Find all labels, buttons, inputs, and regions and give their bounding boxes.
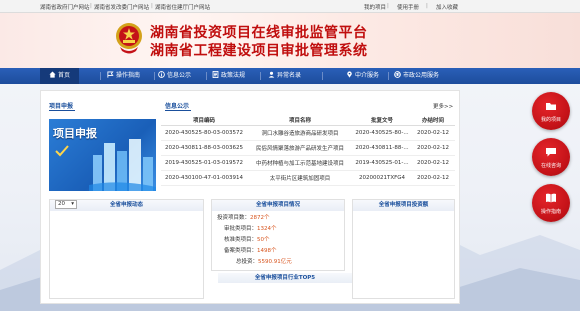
- chat-icon: [546, 148, 556, 157]
- national-emblem-icon: [116, 23, 142, 54]
- stat-approval-projects: 审批类项目：1324个: [224, 226, 277, 232]
- main-content: 项目申报 项目申报 信息公示 更多>> 项目编码 项目名称 批复文号 办结时间: [40, 90, 460, 304]
- decorative-check-icon: [55, 145, 69, 157]
- city-icon: [394, 71, 401, 78]
- stat-total-projects: 投资项目数：2872个: [217, 215, 270, 221]
- stat-total-investment: 总投资：5590.91亿元: [236, 259, 292, 265]
- column-header: 批复文号: [353, 115, 411, 126]
- site-header: 湖南省投资项目在线审批监管平台 湖南省工程建设项目审批管理系统: [0, 13, 580, 68]
- more-link[interactable]: 更多>>: [433, 102, 453, 110]
- link-my-projects[interactable]: 我的项目: [364, 3, 386, 11]
- link-favorite[interactable]: 加入收藏: [436, 3, 458, 11]
- site-title-line1: 湖南省投资项目在线审批监管平台: [150, 25, 368, 41]
- table-row[interactable]: 2020-430811-88-03-003625 民俗风情聚落旅游产品研发生产项…: [161, 140, 455, 156]
- flag-icon: [107, 71, 114, 78]
- apply-dynamic-panel: 全省申报动态: [49, 199, 204, 299]
- page-size-select[interactable]: 20 ▾: [55, 200, 77, 209]
- nav-info[interactable]: 信息公示: [158, 68, 191, 84]
- my-projects-button[interactable]: 我的项目: [532, 92, 570, 130]
- doc-icon: [212, 71, 219, 78]
- book-icon: [546, 193, 556, 203]
- link-housing[interactable]: 湖南省住建厅门户网站: [155, 3, 210, 11]
- site-title-line2: 湖南省工程建设项目审批管理系统: [150, 43, 368, 59]
- nav-agency-service[interactable]: 中介服务: [346, 68, 379, 84]
- nav-home[interactable]: 首页: [40, 68, 80, 84]
- nav-guide[interactable]: 操作指南: [107, 68, 140, 84]
- chevron-down-icon: ▾: [71, 201, 74, 207]
- project-apply-banner[interactable]: 项目申报: [49, 119, 156, 191]
- folder-icon: [546, 103, 556, 110]
- project-apply-title[interactable]: 项目申报: [49, 101, 73, 110]
- home-icon: [49, 71, 56, 78]
- table-row[interactable]: 2020-430100-47-01-003914 太平街片区建筑加固项目 202…: [161, 170, 455, 186]
- stat-verify-projects: 核准类项目：50个: [224, 237, 270, 243]
- nav-policy[interactable]: 政策法规: [212, 68, 245, 84]
- online-consult-button[interactable]: 在线咨询: [532, 138, 570, 176]
- top-link-bar: 湖南省政府门户网站 | 湖南省发改委门户网站 | 湖南省住建厅门户网站 我的项目…: [0, 0, 580, 13]
- column-header: 办结时间: [411, 115, 455, 126]
- nav-abnormal-list[interactable]: 异常名录: [268, 68, 301, 84]
- apply-investment-panel: 全省申报项目投资额: [352, 199, 455, 299]
- apply-investment-header: 全省申报项目投资额: [353, 200, 454, 211]
- info-icon: [158, 71, 165, 78]
- apply-stats-header: 全省申报项目情况: [212, 200, 344, 211]
- nav-municipal-service[interactable]: 市政公用服务: [394, 68, 439, 84]
- main-nav: 首页 操作指南 信息公示 政策法规 异常名录 中介服务 市政公用服务: [0, 68, 580, 84]
- column-header: 项目名称: [247, 115, 353, 126]
- info-notice-title[interactable]: 信息公示: [165, 101, 189, 110]
- user-icon: [268, 71, 275, 78]
- link-province-gov[interactable]: 湖南省政府门户网站: [40, 3, 90, 11]
- link-manual[interactable]: 使用手册: [397, 3, 419, 11]
- link-drc[interactable]: 湖南省发改委门户网站: [94, 3, 149, 11]
- table-row[interactable]: 2019-430525-01-03-019572 中药材种植与加工示范基地建设项…: [161, 155, 455, 171]
- operation-guide-button[interactable]: 操作指南: [532, 184, 570, 222]
- industry-top5-header[interactable]: 全省申报项目行业TOP5: [218, 273, 352, 283]
- stat-record-projects: 备案类项目：1498个: [224, 248, 277, 254]
- table-header-row: 项目编码 项目名称 批复文号 办结时间: [161, 115, 455, 126]
- city-buildings-illustration: [89, 139, 156, 191]
- table-row[interactable]: 2020-430525-80-03-003572 洞口水雕谷造旅游商品研发项目 …: [161, 125, 455, 141]
- info-notice-table: 项目编码 项目名称 批复文号 办结时间 2020-430525-80-03-00…: [161, 115, 455, 186]
- column-header: 项目编码: [161, 115, 247, 126]
- map-pin-icon: [347, 71, 352, 78]
